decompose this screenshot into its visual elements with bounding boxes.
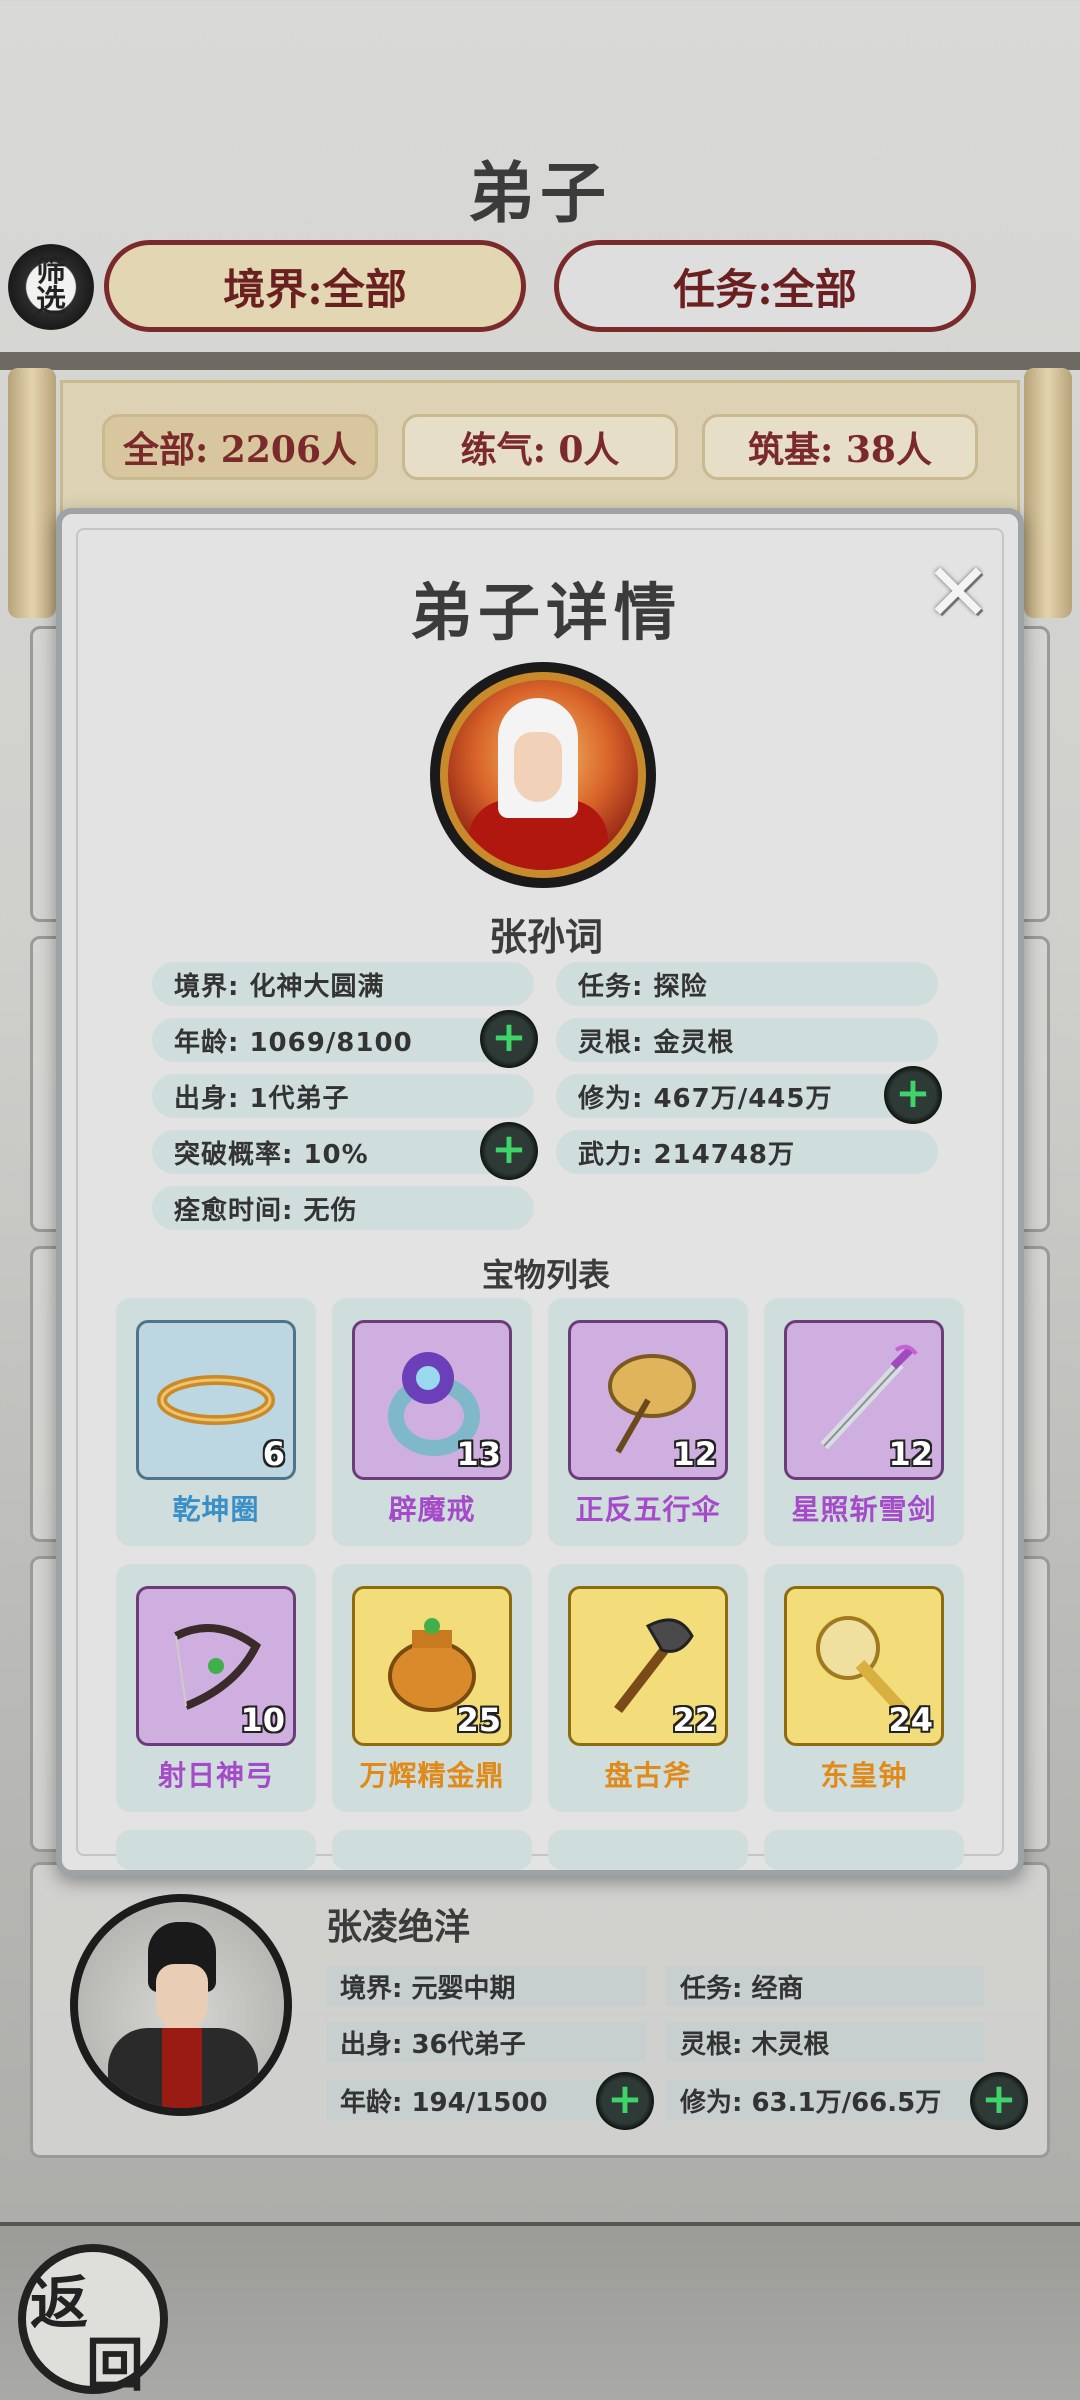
scroll-rod-left <box>8 368 56 618</box>
treasure-slot[interactable]: 24 东皇钟 <box>764 1564 964 1812</box>
treasure-slot[interactable]: 10 射日神弓 <box>116 1564 316 1812</box>
filter-label: 筛选 <box>36 254 66 319</box>
treasure-name: 正反五行伞 <box>575 1493 721 1526</box>
card-task: 任务: 经商 <box>666 1966 984 2006</box>
realm-filter-button[interactable]: 境界:全部 <box>104 240 526 332</box>
treasure-name: 射日神弓 <box>157 1759 274 1792</box>
stat-heal-time: 痊愈时间: 无伤 <box>152 1186 534 1230</box>
treasure-name: 东皇钟 <box>820 1759 908 1792</box>
disciple-name: 张孙词 <box>488 914 603 959</box>
card-cultivation: 修为: 63.1万/66.5万 <box>666 2080 984 2120</box>
plus-icon: + <box>981 2074 1017 2123</box>
disciple-avatar <box>430 662 656 888</box>
treasure-slot[interactable] <box>116 1830 316 1870</box>
card-realm: 境界: 元婴中期 <box>326 1966 646 2006</box>
treasure-slot[interactable]: 22 盘古斧 <box>548 1564 748 1812</box>
treasure-slot[interactable]: 12 星照斩雪剑 <box>764 1298 964 1546</box>
task-filter-button[interactable]: 任务:全部 <box>554 240 976 332</box>
treasure-slot[interactable]: 6 乾坤圈 <box>116 1298 316 1546</box>
treasure-slot[interactable]: 13 辟魔戒 <box>332 1298 532 1546</box>
count-tab-foundation[interactable]: 筑基: 38人 <box>702 414 978 480</box>
card-age-plus-button[interactable]: + <box>596 2072 654 2130</box>
treasure-name: 万辉精金鼎 <box>359 1759 505 1792</box>
treasure-slot[interactable] <box>548 1830 748 1870</box>
count-tab-qi[interactable]: 练气: 0人 <box>402 414 678 480</box>
plus-icon: + <box>607 2074 643 2123</box>
return-label-1: 返 <box>30 2269 89 2337</box>
bell-icon: 24 <box>784 1586 944 1746</box>
return-button[interactable]: 返 回 <box>18 2244 168 2399</box>
treasure-slot[interactable]: 12 正反五行伞 <box>548 1298 748 1546</box>
plus-icon: + <box>491 1124 527 1173</box>
return-label-2: 回 <box>86 2331 145 2399</box>
treasure-name: 乾坤圈 <box>172 1493 260 1526</box>
plus-icon: + <box>491 1012 527 1061</box>
bow-icon: 10 <box>136 1586 296 1746</box>
stat-age: 年龄: 1069/8100 <box>152 1018 534 1062</box>
treasure-name: 星照斩雪剑 <box>791 1493 937 1526</box>
page-title: 弟子 <box>468 154 612 232</box>
plus-icon: + <box>895 1068 931 1117</box>
treasure-slot[interactable] <box>332 1830 532 1870</box>
sword-icon: 12 <box>784 1320 944 1480</box>
ring-icon: 6 <box>136 1320 296 1480</box>
card-origin: 出身: 36代弟子 <box>326 2022 646 2062</box>
filter-button[interactable]: 筛选 <box>8 244 94 330</box>
cauldron-icon: 25 <box>352 1586 512 1746</box>
breakthrough-plus-button[interactable]: + <box>480 1122 538 1180</box>
umbrella-icon: 12 <box>568 1320 728 1480</box>
cultivation-plus-button[interactable]: + <box>884 1066 942 1124</box>
close-button[interactable]: ✕ <box>920 546 996 639</box>
stat-root: 灵根: 金灵根 <box>556 1018 938 1062</box>
stat-power: 武力: 214748万 <box>556 1130 938 1174</box>
treasure-heading: 宝物列表 <box>481 1256 610 1294</box>
treasure-slot[interactable]: 25 万辉精金鼎 <box>332 1564 532 1812</box>
age-plus-button[interactable]: + <box>480 1010 538 1068</box>
treasure-name: 辟魔戒 <box>388 1493 476 1526</box>
treasure-slot[interactable] <box>764 1830 964 1870</box>
scroll-top-bar <box>0 352 1080 370</box>
card-root: 灵根: 木灵根 <box>666 2022 984 2062</box>
stat-breakthrough: 突破概率: 10% <box>152 1130 534 1174</box>
scroll-rod-right <box>1024 368 1072 618</box>
treasure-name: 盘古斧 <box>604 1759 692 1792</box>
card-cultivation-plus-button[interactable]: + <box>970 2072 1028 2130</box>
avatar <box>70 1894 292 2116</box>
stat-origin: 出身: 1代弟子 <box>152 1074 534 1118</box>
gem-ring-icon: 13 <box>352 1320 512 1480</box>
axe-icon: 22 <box>568 1586 728 1746</box>
stat-cultivation: 修为: 467万/445万 <box>556 1074 938 1118</box>
stat-realm: 境界: 化神大圆满 <box>152 962 534 1006</box>
close-icon: ✕ <box>924 545 992 639</box>
disciple-detail-modal: 弟子详情 ✕ 张孙词 境界: 化神大圆满 年龄: 1069/8100 + 出身:… <box>56 508 1024 1876</box>
modal-title: 弟子详情 <box>409 576 682 649</box>
card-name: 张凌绝洋 <box>326 1906 471 1948</box>
count-tab-all[interactable]: 全部: 2206人 <box>102 414 378 480</box>
stat-task: 任务: 探险 <box>556 962 938 1006</box>
